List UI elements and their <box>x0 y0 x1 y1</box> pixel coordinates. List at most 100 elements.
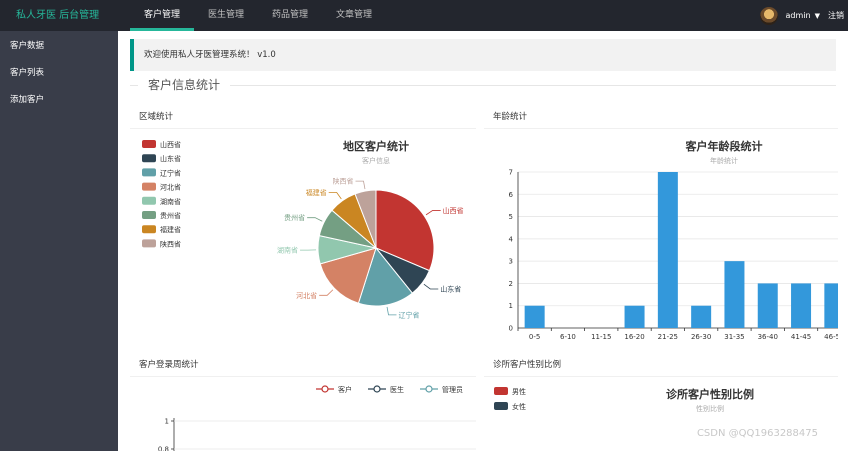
pie-slice-label: 福建省 <box>306 188 327 197</box>
sidebar-item-customer-list[interactable]: 客户列表 <box>0 60 118 87</box>
legend-label[interactable]: 辽宁省 <box>160 168 181 177</box>
x-tick-label: 36-40 <box>758 333 778 341</box>
main-content: 欢迎使用私人牙医管理系统！ v1.0 客户信息统计 区域统计 地区客户统计 客户信… <box>118 31 848 451</box>
y-tick-label: 6 <box>509 191 514 199</box>
legend-label[interactable]: 陕西省 <box>160 239 181 248</box>
gender-pie-chart: 诊所客户性别比例性别比例 男性女性 <box>494 387 754 413</box>
y-tick-label: 7 <box>509 169 513 177</box>
bar[interactable] <box>791 283 812 328</box>
y-tick-label: 4 <box>509 235 514 243</box>
section-title-text: 客户信息统计 <box>138 77 231 93</box>
pie-label-line <box>425 210 441 216</box>
y-tick-label: 2 <box>509 280 513 288</box>
region-chart: 地区客户统计 客户信息 山西省 山东省 辽宁省 河北省 湖南省 贵州省 福建省 陕西省 山西省 山东省… <box>130 130 476 345</box>
nav-item-medicine[interactable]: 药品管理 <box>258 0 322 31</box>
legend-swatch[interactable] <box>142 211 156 219</box>
legend-swatch[interactable] <box>142 225 156 234</box>
y-tick-label: 0.8 <box>158 446 169 451</box>
x-tick-label: 6-10 <box>560 333 576 341</box>
login-chart: 客户 医生 管理员 1 0.8 <box>130 378 476 451</box>
chart-title: 客户年龄段统计 <box>685 139 763 153</box>
pie-label-line <box>307 217 323 222</box>
chart-title: 地区客户统计 <box>343 139 409 153</box>
login-card-title: 客户登录周统计 <box>130 353 476 377</box>
legend-swatch[interactable] <box>142 140 156 148</box>
legend-label[interactable]: 医生 <box>390 385 404 394</box>
legend-label[interactable]: 山东省 <box>160 154 181 163</box>
legend-label[interactable]: 湖南省 <box>160 197 181 206</box>
bar[interactable] <box>824 283 845 328</box>
legend-swatch[interactable] <box>142 182 156 191</box>
app-root: 私人牙医 后台管理 客户管理 医生管理 药品管理 文章管理 admin ▼ 注销… <box>0 0 848 451</box>
nav-item-customers[interactable]: 客户管理 <box>130 0 195 31</box>
legend-swatch[interactable] <box>494 387 508 395</box>
nav-item-doctors[interactable]: 医生管理 <box>194 0 258 31</box>
legend-marker[interactable] <box>373 385 381 393</box>
x-tick-label: 31-35 <box>724 333 744 341</box>
pie-slice-label: 陕西省 <box>333 177 354 186</box>
region-card: 区域统计 地区客户统计 客户信息 山西省 山东省 辽宁省 河北省 湖南省 贵州省 福建省 陕西省山… <box>130 105 476 345</box>
legend-marker[interactable] <box>425 385 433 393</box>
legend-swatch[interactable] <box>142 239 156 248</box>
app-logo[interactable]: 私人牙医 后台管理 <box>0 0 118 31</box>
bar[interactable] <box>524 305 545 328</box>
legend-swatch[interactable] <box>142 168 156 177</box>
chart-subtitle: 性别比例 <box>696 404 724 413</box>
y-tick-label: 3 <box>509 258 513 266</box>
legend-label[interactable]: 女性 <box>512 402 526 411</box>
avatar[interactable] <box>759 6 778 25</box>
y-tick-label: 1 <box>165 418 169 426</box>
age-card: 年龄统计 客户年龄段统计 年龄统计 0 1 2 3 4 5 6 7 0-5 6-10 11-15 16-2… <box>484 105 845 345</box>
pie-slice-label: 山西省 <box>443 206 464 215</box>
section-divider <box>130 85 836 86</box>
bar[interactable] <box>724 261 745 328</box>
y-tick-label: 0 <box>509 325 513 333</box>
pie-label-line <box>386 306 397 316</box>
legend-label[interactable]: 男性 <box>512 387 526 396</box>
watermark: CSDN @QQ1963288475 <box>696 428 818 439</box>
nav-item-articles[interactable]: 文章管理 <box>322 0 386 31</box>
age-bar-chart: 客户年龄段统计年龄统计 0 1 2 3 4 5 6 7 0-5 6-10 11-15 16-20 21-2… <box>509 139 845 341</box>
x-tick-label: 11-15 <box>591 333 611 341</box>
region-card-title: 区域统计 <box>130 105 476 129</box>
legend-swatch[interactable] <box>494 402 508 410</box>
legend-label[interactable]: 山西省 <box>160 140 181 149</box>
chevron-down-icon[interactable]: ▼ <box>815 12 820 20</box>
legend-marker[interactable] <box>321 385 329 393</box>
login-line-chart: 客户 医生 管理员 1 0.8 <box>158 385 476 451</box>
pie-slice-label: 河北省 <box>296 291 317 300</box>
top-nav: 客户管理 医生管理 药品管理 文章管理 <box>130 0 386 31</box>
pie-label-line <box>328 192 342 200</box>
pie-label-line <box>423 283 439 290</box>
bar[interactable] <box>624 305 645 328</box>
pie-label-line <box>319 289 334 296</box>
x-tick-label: 46-50 <box>824 333 838 341</box>
chart-subtitle: 年龄统计 <box>710 156 738 165</box>
pie-slice-label: 山东省 <box>440 284 461 293</box>
legend-label[interactable]: 管理员 <box>442 385 463 394</box>
user-name[interactable]: admin <box>786 11 811 20</box>
age-chart: 客户年龄段统计 年龄统计 0 1 2 3 4 5 6 7 0-5 6-10 11-15 16-20 21-2… <box>484 130 845 345</box>
legend-swatch[interactable] <box>142 154 156 163</box>
legend-label[interactable]: 客户 <box>338 385 352 394</box>
age-card-title: 年龄统计 <box>484 105 838 129</box>
y-tick-label: 1 <box>509 302 513 310</box>
legend-swatch[interactable] <box>142 196 156 205</box>
x-tick-label: 21-25 <box>658 333 678 341</box>
region-pie-chart: 地区客户统计客户信息山西省山东省辽宁省河北省湖南省贵州省福建省陕西省山西省山东省… <box>142 139 464 319</box>
pie-slice-label: 湖南省 <box>277 246 298 255</box>
sidebar-item-customer-data[interactable]: 客户数据 <box>0 33 118 60</box>
bar[interactable] <box>757 283 778 328</box>
pie-label-line <box>355 180 366 190</box>
legend-label[interactable]: 福建省 <box>160 225 181 234</box>
legend-label[interactable]: 贵州省 <box>160 211 181 220</box>
logout-link[interactable]: 注销 <box>828 10 844 21</box>
sidebar-item-add-customer[interactable]: 添加客户 <box>0 87 118 114</box>
welcome-banner: 欢迎使用私人牙医管理系统！ v1.0 <box>130 39 836 71</box>
section-title: 客户信息统计 <box>130 77 836 93</box>
bar[interactable] <box>657 172 678 328</box>
bar[interactable] <box>691 305 712 328</box>
legend-label[interactable]: 河北省 <box>160 183 181 192</box>
login-card: 客户登录周统计 客户 医生 管理员 1 0.8 <box>130 353 476 451</box>
x-tick-label: 41-45 <box>791 333 811 341</box>
